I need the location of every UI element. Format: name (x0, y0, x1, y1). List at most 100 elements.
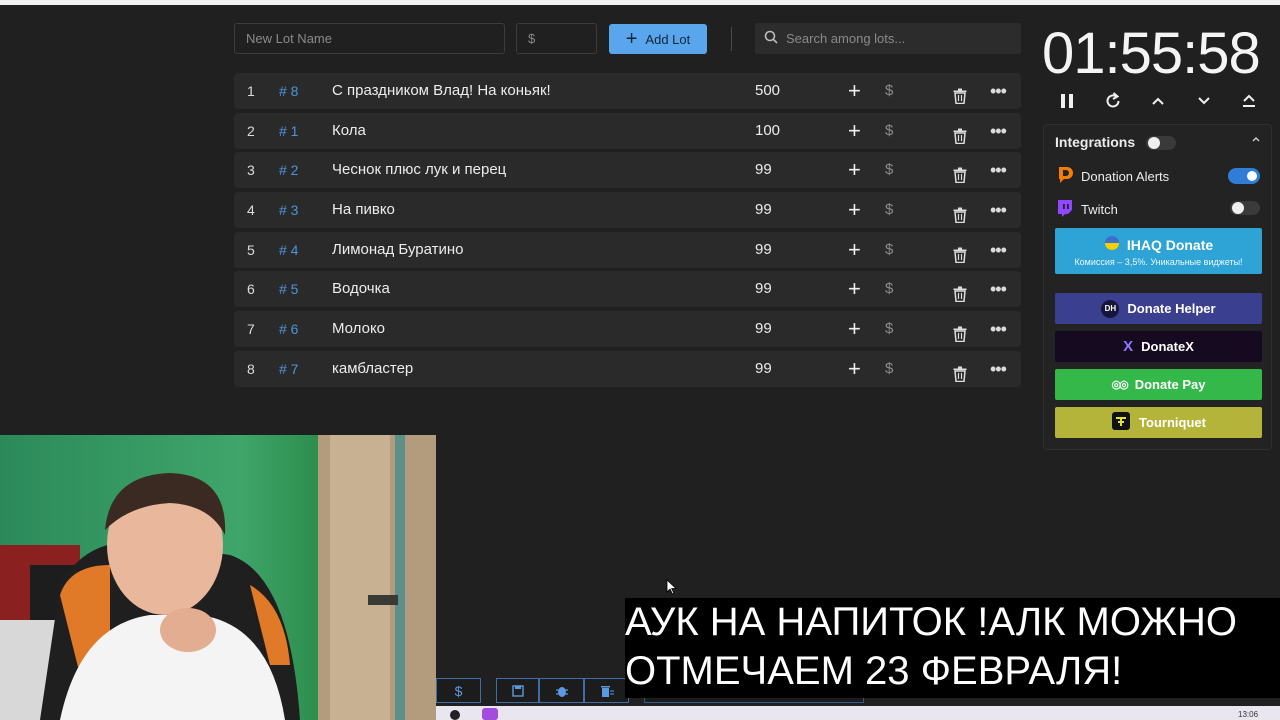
donate-helper-icon: DH (1101, 299, 1120, 318)
more-options-icon[interactable]: ••• (990, 351, 1007, 387)
lot-row[interactable]: 7 # 6 Молоко 99 + $ ••• (234, 311, 1021, 348)
lot-name[interactable]: камбластер (332, 351, 413, 387)
ihaq-title: IHAQ Donate (1126, 236, 1214, 253)
add-amount-button[interactable]: + (848, 232, 861, 268)
refresh-icon (1106, 92, 1120, 108)
tourniquet-button[interactable]: Tourniquet (1055, 407, 1262, 438)
add-amount-button[interactable]: + (848, 351, 861, 387)
lot-amount[interactable]: 99 (755, 232, 772, 268)
lot-name[interactable]: С праздником Влад! На коньяк! (332, 73, 551, 109)
dollar-button[interactable]: $ (885, 192, 893, 228)
twitch-toggle[interactable] (1230, 201, 1260, 215)
lot-row[interactable]: 6 # 5 Водочка 99 + $ ••• (234, 271, 1021, 308)
save-icon (511, 684, 524, 697)
taskbar-app-icon[interactable] (450, 710, 460, 720)
mouse-cursor-icon (666, 579, 678, 600)
pause-button[interactable] (1054, 88, 1080, 114)
lot-index: 1 (247, 83, 255, 99)
dollar-button[interactable]: $ (885, 232, 893, 268)
timer-display: 01:55:58 (1042, 21, 1261, 86)
bug-icon (555, 686, 568, 697)
add-amount-button[interactable]: + (848, 192, 861, 228)
add-amount-button[interactable]: + (848, 113, 861, 149)
double-up-button[interactable] (1236, 88, 1262, 114)
dollar-button[interactable]: $ (885, 73, 893, 109)
more-options-icon[interactable]: ••• (990, 232, 1007, 268)
dollar-button[interactable]: $ (885, 113, 893, 149)
increase-time-button[interactable] (1145, 88, 1171, 114)
lot-id: # 2 (279, 162, 299, 179)
taskbar-strip (436, 706, 1280, 720)
decrease-time-button[interactable] (1191, 88, 1217, 114)
lot-row[interactable]: 2 # 1 Кола 100 + $ ••• (234, 112, 1021, 149)
ukraine-flag-icon (1104, 235, 1120, 254)
dollar-button[interactable]: $ (885, 351, 893, 387)
dollar-button[interactable]: $ (885, 152, 893, 188)
lot-amount[interactable]: 99 (755, 311, 772, 347)
double-chevron-up-icon (1243, 94, 1255, 107)
lot-row[interactable]: 8 # 7 камбластер 99 + $ ••• (234, 350, 1021, 387)
lot-name[interactable]: Лимонад Буратино (332, 232, 464, 268)
donatex-icon: X (1123, 338, 1134, 355)
more-options-icon[interactable]: ••• (990, 271, 1007, 307)
bottom-dollar-button[interactable]: $ (436, 678, 481, 703)
lot-name[interactable]: Чеснок плюс лук и перец (332, 152, 506, 188)
reset-timer-button[interactable] (1100, 88, 1126, 114)
add-amount-button[interactable]: + (848, 152, 861, 188)
add-amount-button[interactable]: + (848, 311, 861, 347)
lot-id: # 8 (279, 83, 299, 99)
donation-alerts-toggle[interactable] (1228, 168, 1260, 184)
clear-lots-button[interactable] (584, 678, 629, 703)
search-input[interactable]: Search among lots... (755, 23, 1021, 54)
add-amount-button[interactable]: + (848, 73, 861, 109)
lot-name[interactable]: На пивко (332, 192, 395, 228)
top-edge (0, 0, 1280, 5)
chevron-down-icon (1198, 97, 1210, 105)
lot-amount[interactable]: 500 (755, 73, 780, 109)
trash-icon[interactable] (953, 360, 967, 396)
donate-helper-button[interactable]: DH Donate Helper (1055, 293, 1262, 324)
new-lot-name-input[interactable]: New Lot Name (234, 23, 505, 54)
add-amount-button[interactable]: + (848, 271, 861, 307)
bug-report-button[interactable] (539, 678, 584, 703)
lots-list: 1 # 8 С праздником Влад! На коньяк! 500 … (234, 73, 1021, 391)
lot-name[interactable]: Кола (332, 113, 366, 149)
twitch-icon (1055, 198, 1075, 221)
donate-pay-button[interactable]: ◎◎ Donate Pay (1055, 369, 1262, 400)
collapse-chevron-icon[interactable] (1251, 133, 1261, 147)
more-options-icon[interactable]: ••• (990, 152, 1007, 188)
lot-row[interactable]: 5 # 4 Лимонад Буратино 99 + $ ••• (234, 231, 1021, 268)
add-lot-button[interactable]: + Add Lot (609, 24, 707, 54)
lot-name[interactable]: Молоко (332, 311, 385, 347)
save-button[interactable] (496, 678, 539, 703)
new-lot-amount-input[interactable]: $ (516, 23, 597, 54)
dollar-button[interactable]: $ (885, 311, 893, 347)
lot-amount[interactable]: 100 (755, 113, 780, 149)
lot-name[interactable]: Водочка (332, 271, 390, 307)
lot-amount[interactable]: 99 (755, 152, 772, 188)
lot-amount[interactable]: 99 (755, 351, 772, 387)
lot-row[interactable]: 3 # 2 Чеснок плюс лук и перец 99 + $ ••• (234, 152, 1021, 189)
lot-row[interactable]: 1 # 8 С праздником Влад! На коньяк! 500 … (234, 73, 1021, 109)
donatex-button[interactable]: X DonateX (1055, 331, 1262, 362)
lot-row[interactable]: 4 # 3 На пивко 99 + $ ••• (234, 192, 1021, 229)
more-options-icon[interactable]: ••• (990, 73, 1007, 109)
taskbar-clock: 13:06 (1238, 710, 1259, 719)
lot-index: 8 (247, 360, 255, 377)
lot-amount[interactable]: 99 (755, 192, 772, 228)
more-options-icon[interactable]: ••• (990, 311, 1007, 347)
integrations-toggle[interactable] (1146, 136, 1176, 150)
ihaq-donate-button[interactable]: IHAQ Donate Комиссия – 3,5%. Уникальные … (1055, 228, 1262, 274)
chevron-up-icon (1152, 97, 1164, 105)
lot-id: # 1 (279, 122, 299, 139)
donation-alerts-icon (1055, 165, 1075, 188)
lot-amount[interactable]: 99 (755, 271, 772, 307)
integrations-panel: Integrations Donation Alerts Twitch IHAQ… (1043, 124, 1272, 450)
bottom-dollar-label: $ (454, 682, 463, 699)
more-options-icon[interactable]: ••• (990, 192, 1007, 228)
twitch-row: Twitch (1055, 198, 1118, 221)
taskbar-app-icon-2[interactable] (482, 708, 498, 720)
dollar-button[interactable]: $ (885, 271, 893, 307)
more-options-icon[interactable]: ••• (990, 113, 1007, 149)
integrations-title: Integrations (1055, 134, 1136, 150)
